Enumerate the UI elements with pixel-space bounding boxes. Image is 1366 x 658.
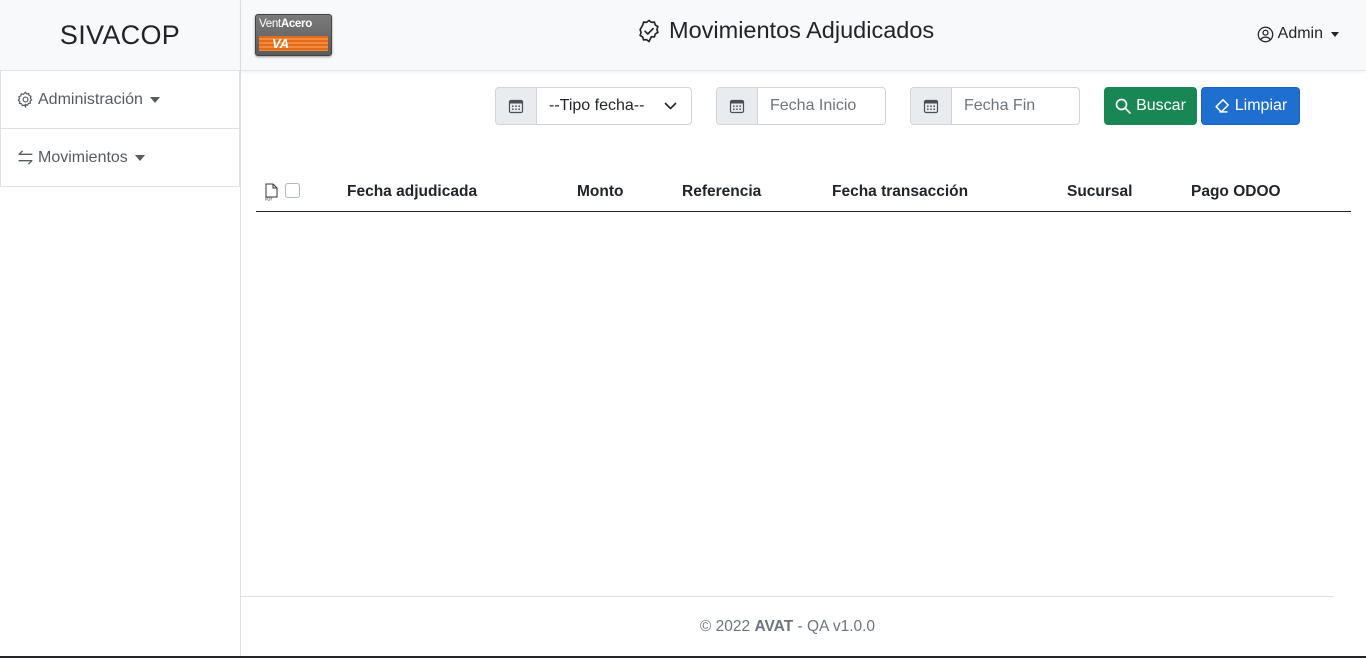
sidebar-item-movimientos[interactable]: Movimientos <box>0 129 240 187</box>
swap-arrows-icon <box>17 149 34 166</box>
logo-text-vent: Vent <box>259 18 281 30</box>
gear-icon <box>17 91 34 108</box>
sidebar: SIVACOP Administración Movimientos <box>0 0 241 658</box>
caret-down-icon <box>134 154 145 161</box>
user-circle-icon <box>1257 26 1274 42</box>
sidebar-item-administracion[interactable]: Administración <box>0 71 240 129</box>
fecha-fin-placeholder: Fecha Fin <box>964 97 1036 114</box>
user-name: Admin <box>1277 25 1323 42</box>
table-header: PDF Fecha adjudicada Monto Referencia Fe… <box>256 172 1351 212</box>
sidebar-item-label: Administración <box>38 90 143 108</box>
select-all-checkbox[interactable] <box>285 183 300 198</box>
logo-mark: VA <box>272 36 290 51</box>
ventacero-logo[interactable]: VentAcero VA <box>255 14 332 56</box>
caret-down-icon <box>149 96 160 103</box>
footer: © 2022 AVAT - QA v1.0.0 <box>241 618 1334 636</box>
page-title-text: Movimientos Adjudicados <box>669 17 935 43</box>
calendar-icon <box>911 88 952 124</box>
column-header-pago-odoo[interactable]: Pago ODOO <box>1191 183 1281 201</box>
svg-text:PDF: PDF <box>265 197 273 202</box>
eraser-icon <box>1215 99 1229 113</box>
column-header-fecha-transaccion[interactable]: Fecha transacción <box>832 183 968 201</box>
caret-down-icon <box>1331 31 1339 37</box>
logo-stripes <box>259 36 328 51</box>
column-header-sucursal[interactable]: Sucursal <box>1067 183 1132 201</box>
buscar-button[interactable]: Buscar <box>1104 87 1197 125</box>
chevron-down-icon <box>664 102 677 110</box>
column-header-monto[interactable]: Monto <box>577 183 623 201</box>
logo-text-acero: Acero <box>280 18 312 30</box>
top-bar: VentAcero VA Movimientos Adjudicados Adm… <box>241 0 1366 71</box>
fecha-inicio-field[interactable]: Fecha Inicio <box>716 87 886 125</box>
column-header-fecha-adjudicada[interactable]: Fecha adjudicada <box>347 183 477 201</box>
badge-check-icon <box>639 18 659 43</box>
calendar-icon <box>496 88 537 124</box>
limpiar-button[interactable]: Limpiar <box>1201 87 1300 125</box>
page-title: Movimientos Adjudicados <box>637 17 934 44</box>
footer-version: - QA v1.0.0 <box>797 618 876 635</box>
column-header-referencia[interactable]: Referencia <box>682 183 761 201</box>
tipo-fecha-select[interactable]: --Tipo fecha-- <box>495 87 692 125</box>
user-menu[interactable]: Admin <box>1257 25 1339 43</box>
search-icon <box>1115 98 1131 114</box>
sidebar-item-label: Movimientos <box>38 148 128 166</box>
pdf-file-icon[interactable]: PDF <box>264 183 279 201</box>
limpiar-label: Limpiar <box>1234 97 1288 114</box>
footer-copyright: © 2022 <box>699 618 751 635</box>
footer-company: AVAT <box>754 618 794 635</box>
fecha-fin-field[interactable]: Fecha Fin <box>910 87 1080 125</box>
footer-divider <box>241 596 1334 597</box>
fecha-inicio-placeholder: Fecha Inicio <box>770 97 857 114</box>
tipo-fecha-value: --Tipo fecha-- <box>549 97 645 114</box>
buscar-label: Buscar <box>1136 97 1186 114</box>
calendar-icon <box>717 88 758 124</box>
brand-title: SIVACOP <box>0 0 240 71</box>
